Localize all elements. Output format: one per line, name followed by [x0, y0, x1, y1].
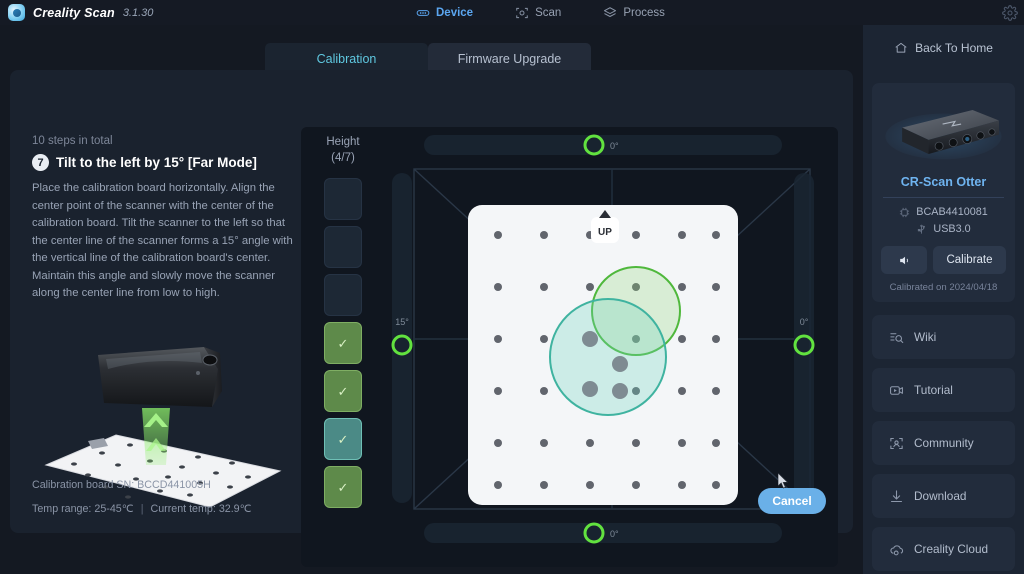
height-title: Height: [326, 136, 360, 148]
nav-label-scan: Scan: [535, 6, 562, 19]
height-step-7: ✓: [324, 466, 362, 509]
device-actions: Calibrate: [881, 246, 1006, 274]
chip-icon: [899, 207, 910, 218]
board-sn-line: Calibration board SN: BCCD441005H: [32, 479, 252, 491]
board-sn-value: BCCD441005H: [137, 479, 211, 491]
usb-icon: [916, 224, 927, 235]
sidebar-item-download[interactable]: Download: [872, 474, 1015, 518]
svg-text:15°: 15°: [395, 317, 409, 327]
device-sound-button[interactable]: [881, 246, 927, 274]
svg-text:0°: 0°: [610, 141, 619, 151]
temp-range-value: 25-45℃: [94, 503, 134, 515]
device-calibrate-button[interactable]: Calibrate: [933, 246, 1006, 274]
download-icon: [889, 489, 904, 504]
height-progress-column: Height (4/7) ✓ ✓ ✓ ✓: [315, 135, 371, 509]
creality-logo-icon: [8, 4, 25, 21]
device-card: CR-Scan Otter BCAB4410081 USB3.0 Calibra…: [872, 83, 1015, 302]
height-progress-value: (4/7): [331, 151, 355, 164]
sidebar-label-download: Download: [914, 489, 967, 503]
calibration-panel: 10 steps in total 7 Tilt to the left by …: [10, 70, 853, 567]
sidebar-item-tutorial[interactable]: Tutorial: [872, 368, 1015, 412]
step-title: Tilt to the left by 15° [Far Mode]: [56, 155, 257, 170]
temp-line: Temp range: 25-45℃ | Current temp: 32.9℃: [32, 502, 252, 515]
nav-item-scan[interactable]: Scan: [511, 0, 565, 25]
workspace: Calibration Firmware Upgrade 10 steps in…: [0, 25, 863, 574]
top-navigation: Device Scan Process: [412, 0, 669, 25]
app-brand: Creality Scan 3.1.30: [0, 4, 153, 21]
back-to-home-button[interactable]: Back To Home: [863, 25, 1024, 71]
board-info: Calibration board SN: BCCD441005H Temp r…: [32, 479, 252, 515]
gear-icon[interactable]: [1002, 5, 1018, 21]
height-step-4-check: ✓: [337, 335, 349, 351]
nav-item-device[interactable]: Device: [412, 0, 477, 25]
height-step-5: ✓: [324, 370, 362, 413]
layers-icon: [603, 6, 617, 20]
svg-text:0°: 0°: [610, 529, 619, 539]
right-sidebar: Back To Home CR-Scan Otter BCAB4410081 U…: [863, 25, 1024, 574]
cancel-button[interactable]: Cancel: [758, 488, 826, 514]
device-serial: BCAB4410081: [916, 206, 988, 218]
mouse-cursor: [778, 473, 789, 489]
step-number-badge: 7: [32, 154, 49, 171]
app-version: 3.1.30: [122, 6, 154, 19]
sidebar-menu: Wiki Tutorial Community Download Crealit…: [872, 315, 1015, 571]
sidebar-item-wiki[interactable]: Wiki: [872, 315, 1015, 359]
nav-label-process: Process: [623, 6, 665, 19]
current-temp-value: 32.9℃: [218, 503, 252, 515]
title-bar: Creality Scan 3.1.30 Device Scan Process: [0, 0, 1024, 25]
instruction-block: 10 steps in total 7 Tilt to the left by …: [32, 135, 294, 303]
steps-total-label: 10 steps in total: [32, 135, 113, 147]
scanner-device-image: [881, 93, 1006, 171]
app-window: Creality Scan 3.1.30 Device Scan Process…: [0, 0, 1024, 574]
community-icon: [889, 436, 904, 451]
back-to-home-label: Back To Home: [915, 41, 993, 55]
nav-item-process[interactable]: Process: [599, 0, 669, 25]
device-divider: [883, 197, 1004, 198]
svg-text:UP: UP: [598, 227, 612, 238]
temp-range-label: Temp range:: [32, 503, 92, 515]
device-connection-row: USB3.0: [881, 223, 1006, 235]
sidebar-label-tutorial: Tutorial: [914, 383, 953, 397]
device-calibrated-on: Calibrated on 2024/04/18: [889, 282, 998, 293]
device-serial-row: BCAB4410081: [881, 206, 1006, 218]
cloud-icon: [889, 542, 904, 557]
height-label: Height (4/7): [315, 135, 371, 166]
sidebar-label-community: Community: [914, 436, 974, 450]
sidebar-label-wiki: Wiki: [914, 330, 937, 344]
height-step-7-check: ✓: [337, 479, 349, 495]
nav-label-device: Device: [436, 6, 474, 19]
step-description: Place the calibration board horizontally…: [32, 182, 293, 299]
sidebar-label-creality-cloud: Creality Cloud: [914, 542, 989, 556]
tab-firmware-label: Firmware Upgrade: [457, 52, 562, 66]
height-step-5-check: ✓: [337, 383, 349, 399]
height-step-3: [324, 274, 362, 317]
height-step-2: [324, 226, 362, 269]
height-step-list: ✓ ✓ ✓ ✓: [315, 178, 371, 509]
device-connection: USB3.0: [933, 223, 971, 235]
temp-separator: |: [140, 503, 144, 515]
height-step-6-check: ✓: [337, 431, 349, 447]
device-icon: [416, 6, 430, 20]
video-play-icon: [889, 383, 904, 398]
sidebar-item-community[interactable]: Community: [872, 421, 1015, 465]
wiki-search-icon: [889, 330, 904, 345]
current-temp-label: Current temp:: [150, 503, 216, 515]
board-sn-label: Calibration board SN:: [32, 479, 135, 491]
scan-frame-icon: [515, 6, 529, 20]
height-step-1: [324, 178, 362, 221]
step-heading: 7 Tilt to the left by 15° [Far Mode]: [32, 154, 294, 171]
speaker-icon: [898, 254, 911, 267]
height-step-4: ✓: [324, 322, 362, 365]
app-name: Creality Scan: [33, 5, 115, 20]
tab-calibration-label: Calibration: [316, 52, 377, 66]
sidebar-item-creality-cloud[interactable]: Creality Cloud: [872, 527, 1015, 571]
svg-text:0°: 0°: [800, 317, 809, 327]
home-icon: [894, 41, 908, 55]
device-name: CR-Scan Otter: [900, 175, 987, 189]
height-step-6: ✓: [324, 418, 362, 461]
